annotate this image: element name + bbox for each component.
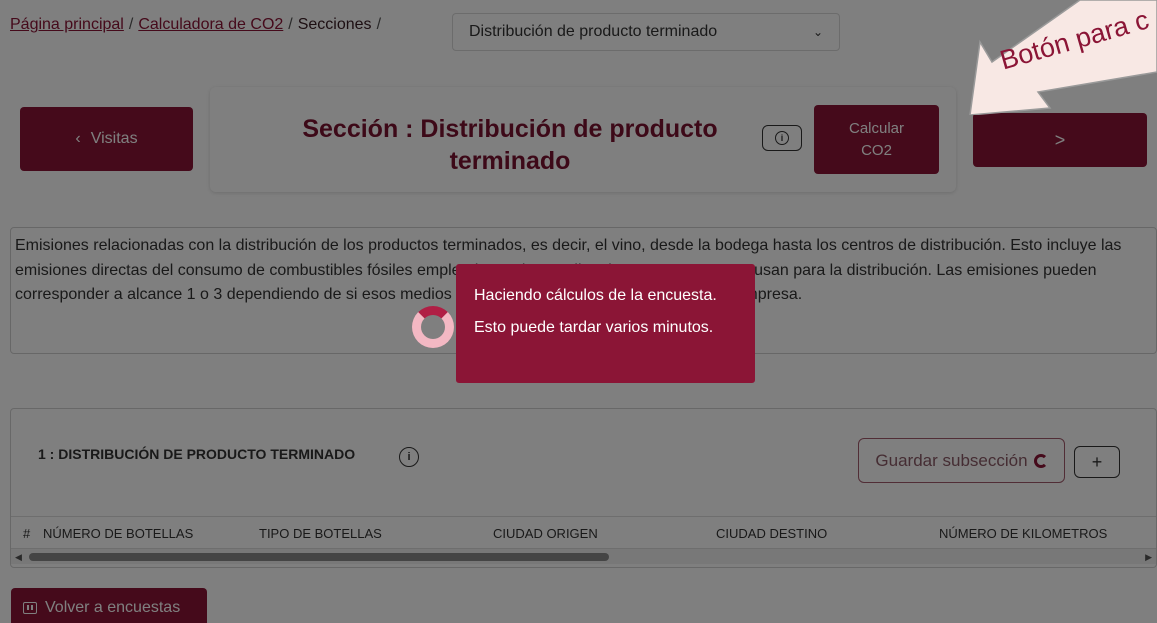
annotation-callout: Botón para c <box>940 0 1157 115</box>
loading-spinner-icon <box>412 306 454 348</box>
toast-line1: Haciendo cálculos de la encuesta. <box>474 287 717 304</box>
loading-toast: Haciendo cálculos de la encuesta. Esto p… <box>456 264 755 383</box>
toast-line2: Esto puede tardar varios minutos. <box>474 319 714 336</box>
